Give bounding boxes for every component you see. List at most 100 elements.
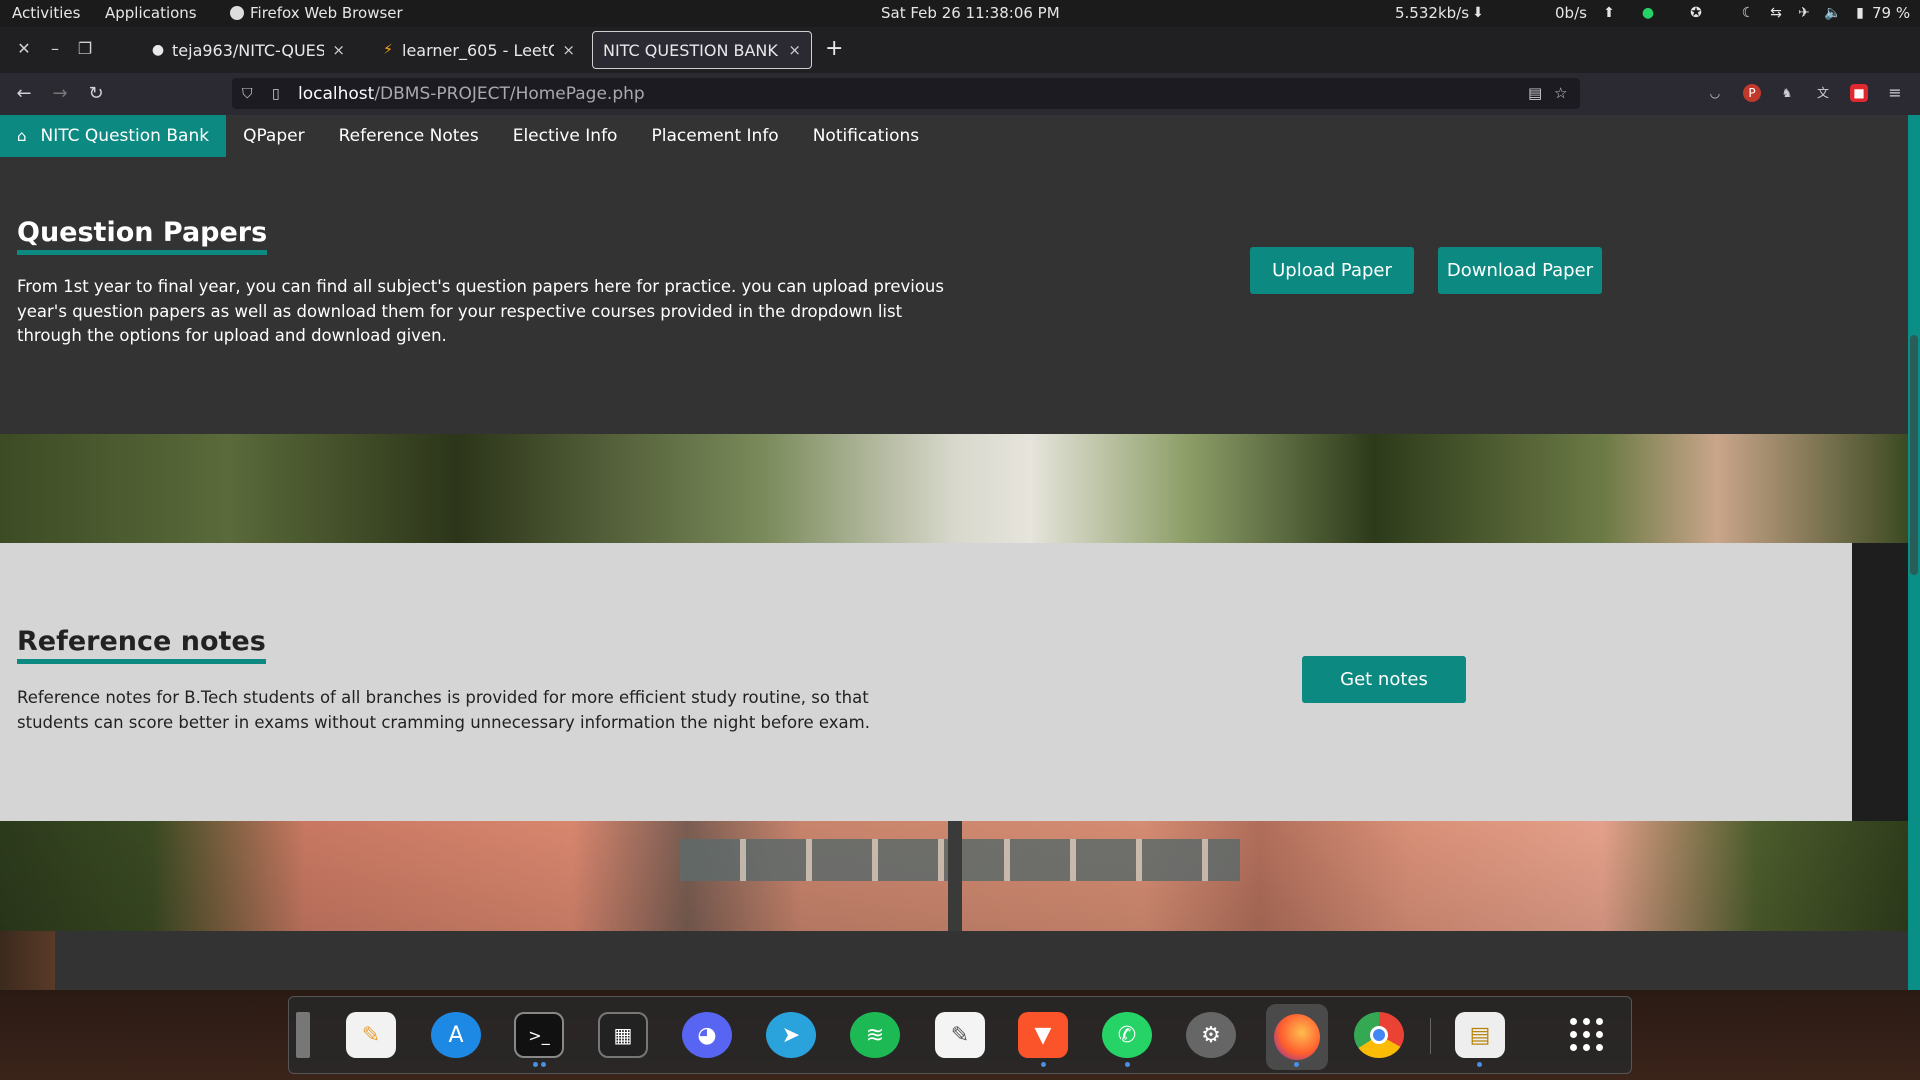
telegram-icon[interactable]: ➤	[766, 1012, 816, 1058]
volume-icon: 🔈	[1824, 5, 1842, 21]
chrome-icon[interactable]	[1354, 1012, 1404, 1058]
site-navbar: ⌂ NITC Question Bank QPaper Reference Not…	[0, 115, 1908, 157]
nav-home-label: NITC Question Bank	[40, 126, 210, 146]
notes-icon[interactable]: ✎	[935, 1012, 985, 1058]
nav-placement-info[interactable]: Placement Info	[634, 115, 795, 157]
clock[interactable]: Sat Feb 26 11:38:06 PM	[881, 4, 1060, 22]
leetcode-icon: ⚡	[383, 42, 393, 58]
hamburger-menu-icon[interactable]: ≡	[1886, 84, 1904, 102]
tracking-protection-icon[interactable]: ⛉	[242, 86, 258, 102]
page-info-icon[interactable]: ▯	[272, 86, 286, 102]
extension-icon[interactable]: ♞	[1778, 84, 1796, 102]
profile-extension-icon[interactable]: P	[1743, 84, 1761, 102]
dock-separator	[1430, 1018, 1431, 1054]
show-applications-icon[interactable]	[1570, 1018, 1604, 1052]
nav-qpaper[interactable]: QPaper	[226, 115, 322, 157]
privacy-extension-icon[interactable]: ■	[1850, 84, 1868, 102]
tab-nitc-question-bank[interactable]: NITC QUESTION BANK ×	[592, 31, 812, 69]
network-icon: ⇆	[1770, 5, 1782, 21]
airplane-mode-icon: ✈	[1798, 5, 1810, 21]
nav-elective-info[interactable]: Elective Info	[496, 115, 635, 157]
accessibility-icon[interactable]: ✪	[1688, 5, 1704, 21]
minimize-window-icon[interactable]: –	[45, 39, 65, 58]
firefox-logo	[1274, 1014, 1320, 1060]
campus-image-top	[0, 434, 1908, 543]
new-tab-icon[interactable]: +	[825, 36, 843, 61]
tab-close-icon[interactable]: ×	[562, 41, 575, 59]
firefox-small-icon	[230, 6, 244, 20]
active-app-indicator[interactable]: Firefox Web Browser	[230, 4, 403, 22]
tab-title: NITC QUESTION BANK	[603, 40, 778, 60]
next-section	[55, 931, 1908, 990]
tab-title: learner_605 - LeetCo	[402, 40, 555, 60]
active-app-name: Firefox Web Browser	[250, 4, 403, 22]
running-indicator	[1294, 1062, 1299, 1067]
system-top-bar: Activities Applications Firefox Web Brow…	[0, 0, 1920, 27]
github-icon: ●	[151, 42, 165, 58]
question-papers-description: From 1st year to final year, you can fin…	[17, 277, 944, 345]
firefox-icon[interactable]	[1266, 1004, 1328, 1070]
chrome-center	[1370, 1026, 1388, 1044]
translate-icon[interactable]: 文	[1814, 84, 1832, 102]
bookmark-star-icon[interactable]: ☆	[1554, 84, 1567, 102]
web-page: ⌂ NITC Question Bank QPaper Reference Not…	[0, 115, 1908, 990]
tab-github[interactable]: ● teja963/NITC-QUEST ×	[140, 31, 355, 69]
text-editor-icon[interactable]: ✎	[346, 1012, 396, 1058]
lamp-pole	[948, 821, 962, 931]
applications-menu[interactable]: Applications	[105, 4, 197, 22]
partial-app-icon[interactable]	[296, 1012, 310, 1058]
whatsapp-icon[interactable]: ✆	[1102, 1012, 1152, 1058]
reference-notes-description: Reference notes for B.Tech students of a…	[17, 688, 870, 732]
running-indicator	[533, 1062, 538, 1067]
get-notes-button[interactable]: Get notes	[1302, 656, 1466, 703]
close-window-icon[interactable]: ✕	[14, 39, 34, 58]
url-path: /DBMS-PROJECT/HomePage.php	[374, 83, 645, 104]
background-edge	[0, 931, 55, 990]
battery-percent: 79 %	[1872, 4, 1911, 22]
app-store-icon[interactable]: A	[431, 1012, 481, 1058]
reference-notes-title: Reference notes	[17, 626, 266, 664]
calculator-icon[interactable]: ▦	[598, 1012, 648, 1058]
spotify-icon[interactable]: ≋	[850, 1012, 900, 1058]
reference-notes-section: Reference notes Reference notes for B.Te…	[0, 543, 1852, 821]
running-indicator	[1125, 1062, 1130, 1067]
url-bar[interactable]: ⛉ ▯ localhost/DBMS-PROJECT/HomePage.php …	[232, 78, 1580, 109]
document-viewer-icon[interactable]: ▤	[1455, 1012, 1505, 1058]
nav-home[interactable]: ⌂ NITC Question Bank	[0, 115, 227, 157]
tab-close-icon[interactable]: ×	[332, 41, 345, 59]
activities-button[interactable]: Activities	[12, 4, 80, 22]
whatsapp-tray-icon[interactable]: ●	[1640, 5, 1656, 21]
reload-icon[interactable]: ↻	[85, 83, 107, 104]
battery-icon: ▮	[1856, 5, 1864, 21]
tab-leetcode[interactable]: ⚡ learner_605 - LeetCo ×	[370, 31, 585, 69]
running-indicator	[541, 1062, 546, 1067]
net-up-speed: 0b/s	[1555, 4, 1587, 22]
reader-view-icon[interactable]: ▤	[1528, 84, 1542, 102]
tab-close-icon[interactable]: ×	[788, 41, 801, 59]
url-host: localhost	[298, 83, 375, 104]
nav-notifications[interactable]: Notifications	[796, 115, 936, 157]
net-down-speed: 5.532kb/s	[1395, 4, 1470, 22]
campus-image-bottom	[0, 821, 1908, 931]
settings-icon[interactable]: ⚙	[1186, 1012, 1236, 1058]
restore-window-icon[interactable]: ❐	[75, 39, 95, 58]
page-scrollbar-thumb[interactable]	[1910, 335, 1918, 575]
back-icon[interactable]: ←	[13, 83, 35, 104]
night-light-icon: ☾	[1741, 5, 1755, 21]
discord-icon[interactable]: ◕	[682, 1012, 732, 1058]
upload-paper-button[interactable]: Upload Paper	[1250, 247, 1414, 294]
nav-reference-notes[interactable]: Reference Notes	[322, 115, 496, 157]
upload-arrow-icon: ⬆	[1603, 5, 1615, 21]
download-paper-button[interactable]: Download Paper	[1438, 247, 1602, 294]
forward-icon[interactable]: →	[49, 83, 71, 104]
running-indicator	[1477, 1062, 1482, 1067]
pocket-icon[interactable]: ◡	[1706, 84, 1724, 102]
question-papers-section: Question Papers From 1st year to final y…	[0, 157, 1908, 434]
brave-icon[interactable]: ▼	[1018, 1012, 1068, 1058]
running-indicator	[1041, 1062, 1046, 1067]
terminal-icon[interactable]: >_	[514, 1012, 564, 1058]
tab-title: teja963/NITC-QUEST	[172, 40, 325, 60]
home-icon: ⌂	[17, 127, 27, 145]
question-papers-title: Question Papers	[17, 217, 268, 255]
download-arrow-icon: ⬇	[1472, 5, 1484, 21]
